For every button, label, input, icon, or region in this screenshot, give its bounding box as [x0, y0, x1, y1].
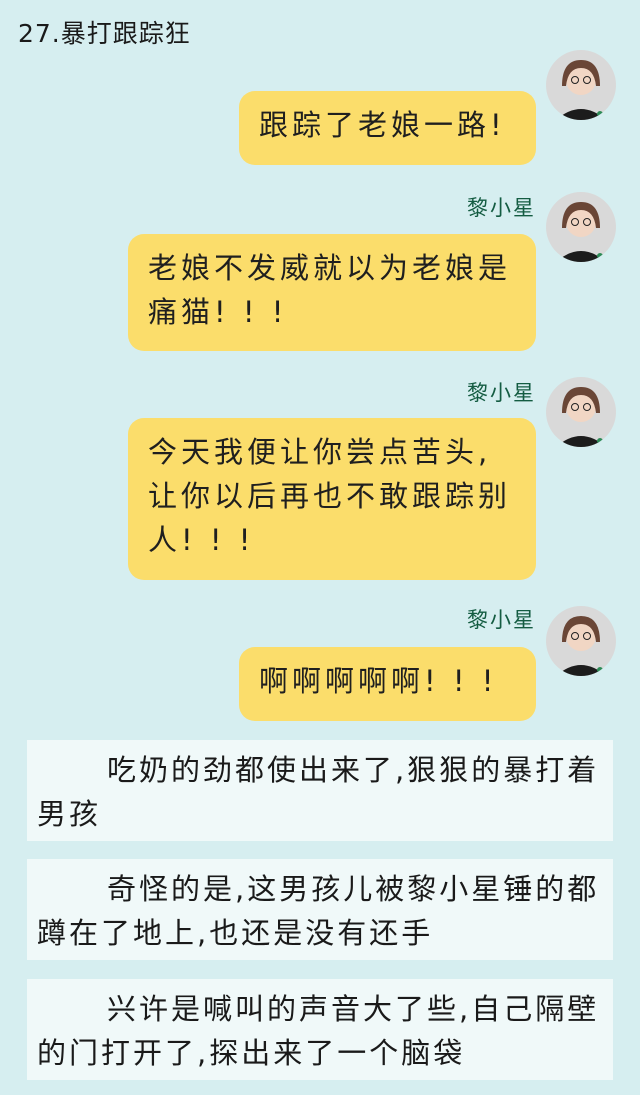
message-bubble: 老娘不发威就以为老娘是痛猫! ! !: [128, 234, 536, 351]
message-bubble: 啊啊啊啊啊! ! !: [239, 647, 536, 721]
avatar[interactable]: [546, 50, 616, 120]
message-bubble: 今天我便让你尝点苦头,让你以后再也不敢跟踪别人! ! !: [128, 418, 536, 580]
sender-name: 黎小星: [467, 381, 536, 405]
avatar[interactable]: [546, 377, 616, 447]
narration-text: 吃奶的劲都使出来了,狠狠的暴打着男孩: [27, 740, 613, 841]
page-title: 27.暴打跟踪狂: [18, 19, 191, 48]
avatar[interactable]: [546, 192, 616, 262]
sender-name: 黎小星: [467, 608, 536, 632]
message-bubble: 跟踪了老娘一路!: [239, 91, 536, 165]
avatar[interactable]: [546, 606, 616, 676]
narration-text: 奇怪的是,这男孩儿被黎小星锤的都蹲在了地上,也还是没有还手: [27, 859, 613, 960]
narration-text: 兴许是喊叫的声音大了些,自己隔壁的门打开了,探出来了一个脑袋: [27, 979, 613, 1080]
sender-name: 黎小星: [467, 196, 536, 220]
